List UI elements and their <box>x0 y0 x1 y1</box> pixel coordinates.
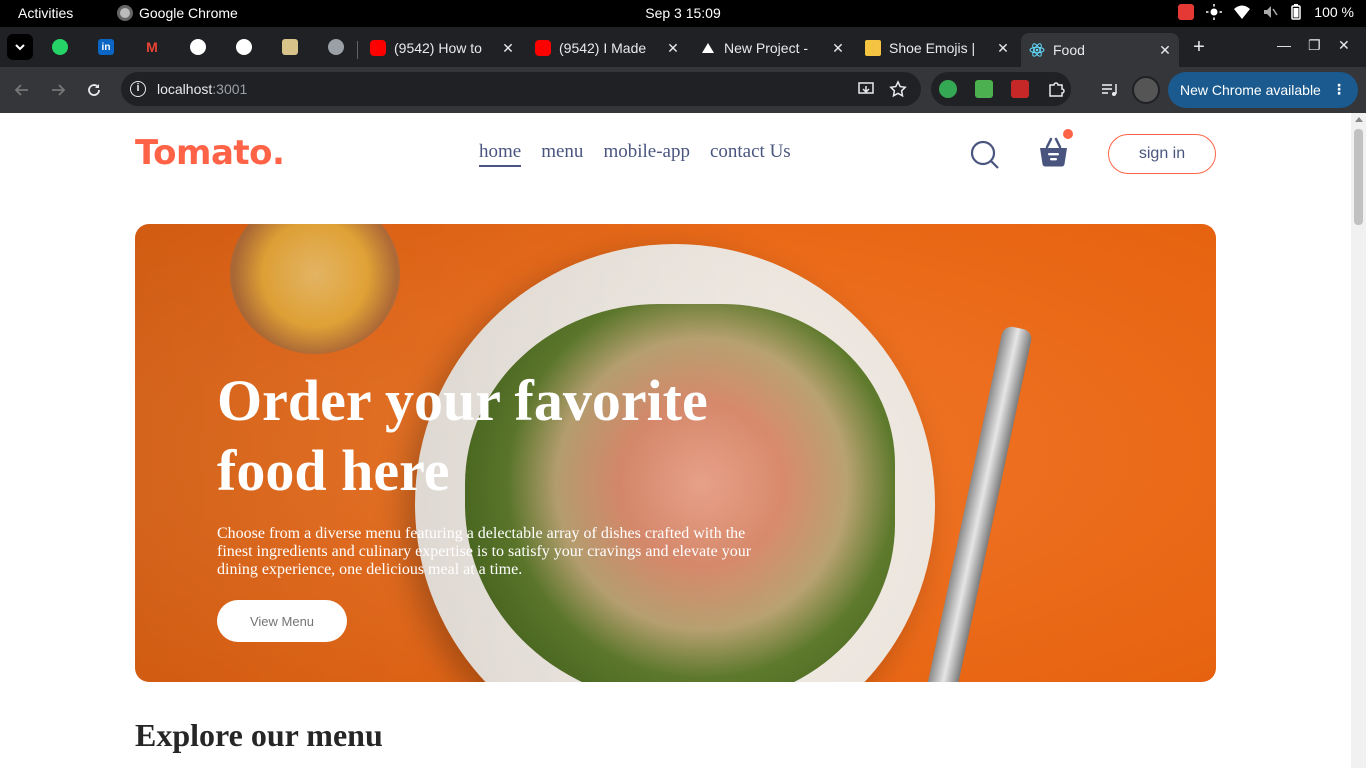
tab-title: (9542) I Made <box>559 40 647 56</box>
gmail-icon: M <box>146 39 158 55</box>
pinned-tab-copilot[interactable] <box>324 35 348 59</box>
tab-strip: in M (9542) How to ✕ (9542) I Made ✕ New… <box>0 27 1366 67</box>
youtube-icon <box>370 40 386 56</box>
tab-search-button[interactable] <box>7 34 33 60</box>
close-icon[interactable]: ✕ <box>1157 42 1173 59</box>
react-icon <box>1029 43 1045 57</box>
battery-icon <box>1291 4 1302 20</box>
nav-mobile-app[interactable]: mobile-app <box>603 141 690 167</box>
reload-button[interactable] <box>83 79 105 101</box>
explore-menu-heading: Explore our menu <box>135 717 383 753</box>
tab-food-active[interactable]: Food ✕ <box>1021 33 1179 67</box>
copilot-icon <box>328 39 344 55</box>
page-viewport: Tomato. home menu mobile-app contact Us … <box>0 113 1351 768</box>
github-icon <box>236 39 252 55</box>
pinned-tab-github-1[interactable] <box>186 35 210 59</box>
sign-in-button[interactable]: sign in <box>1108 134 1216 174</box>
pinned-tab-linkedin[interactable]: in <box>94 35 118 59</box>
volume-muted-icon <box>1264 6 1278 18</box>
window-close-icon[interactable]: ✕ <box>1338 37 1350 54</box>
close-icon[interactable]: ✕ <box>500 40 516 57</box>
new-tab-button[interactable]: + <box>1188 37 1210 59</box>
extension-add-icon[interactable] <box>939 80 957 98</box>
back-button[interactable] <box>11 79 33 101</box>
tab-vercel[interactable]: New Project - ✕ <box>692 33 852 63</box>
pinned-tab-image[interactable] <box>278 35 302 59</box>
forward-button[interactable] <box>47 79 69 101</box>
page-scrollbar[interactable] <box>1351 113 1366 768</box>
extensions-puzzle-icon[interactable] <box>1047 80 1065 98</box>
view-menu-button[interactable]: View Menu <box>217 600 347 642</box>
update-label: New Chrome available <box>1180 82 1321 98</box>
tab-title: Shoe Emojis | <box>889 40 976 56</box>
search-icon[interactable] <box>970 140 1000 170</box>
app-menu[interactable]: Google Chrome <box>117 5 238 21</box>
pinned-tab-gmail[interactable]: M <box>140 35 164 59</box>
url-text[interactable]: localhost:3001 <box>157 81 247 97</box>
pinned-tab-github-2[interactable] <box>232 35 256 59</box>
arrow-left-icon <box>14 84 28 96</box>
linkedin-icon: in <box>98 39 114 55</box>
chevron-down-icon <box>15 43 25 50</box>
vercel-icon <box>702 43 714 53</box>
pdf-extension-icon[interactable] <box>1011 80 1029 98</box>
activities-button[interactable]: Activities <box>18 5 73 21</box>
kebab-menu-icon[interactable]: ⋮ <box>1332 81 1346 98</box>
battery-percent: 100 % <box>1314 4 1354 20</box>
system-tray[interactable]: 100 % <box>1178 4 1354 20</box>
reload-icon <box>88 84 100 96</box>
youtube-icon <box>535 40 551 56</box>
tab-separator <box>357 41 358 59</box>
site-nav: home menu mobile-app contact Us <box>479 141 791 167</box>
screen-record-icon[interactable] <box>1178 4 1195 20</box>
profile-avatar[interactable] <box>1132 76 1160 104</box>
wifi-icon <box>1234 5 1251 19</box>
nav-contact[interactable]: contact Us <box>710 141 791 167</box>
close-icon[interactable]: ✕ <box>830 40 846 57</box>
hero-description: Choose from a diverse menu featuring a d… <box>217 525 752 578</box>
install-app-icon[interactable] <box>857 80 875 98</box>
scrollbar-thumb[interactable] <box>1354 129 1363 225</box>
tab-title: Food <box>1053 42 1085 58</box>
scroll-up-arrow-icon[interactable] <box>1355 117 1363 122</box>
restore-icon[interactable]: ❐ <box>1308 37 1321 54</box>
address-bar[interactable]: i localhost:3001 <box>121 72 921 106</box>
nav-home[interactable]: home <box>479 141 522 167</box>
brightness-icon <box>1206 4 1223 20</box>
chrome-update-button[interactable]: New Chrome available ⋮ <box>1168 72 1358 108</box>
nav-menu[interactable]: menu <box>541 141 583 167</box>
site-logo[interactable]: Tomato. <box>135 133 285 173</box>
tab-youtube-2[interactable]: (9542) I Made ✕ <box>527 33 687 63</box>
tab-title: New Project - <box>724 40 809 56</box>
system-top-bar: Activities Google Chrome Sep 3 15:09 100… <box>0 0 1366 27</box>
media-queue-icon[interactable] <box>1101 81 1119 99</box>
pinned-tab-whatsapp[interactable] <box>48 35 72 59</box>
folder-icon <box>865 40 881 56</box>
cart-badge <box>1063 129 1073 139</box>
image-icon <box>282 39 298 55</box>
cart-button[interactable] <box>1038 129 1073 172</box>
hero-banner: Order your favorite food here Choose fro… <box>135 224 1216 682</box>
extension-green-icon[interactable] <box>975 80 993 98</box>
tab-youtube-1[interactable]: (9542) How to ✕ <box>362 33 522 63</box>
bookmark-star-icon[interactable] <box>889 80 907 98</box>
browser-toolbar: i localhost:3001 New Chrome available ⋮ <box>0 67 1366 113</box>
tab-shoe-emojis[interactable]: Shoe Emojis | ✕ <box>857 33 1017 63</box>
tab-title: (9542) How to <box>394 40 482 56</box>
close-icon[interactable]: ✕ <box>665 40 681 57</box>
close-icon[interactable]: ✕ <box>995 40 1011 57</box>
chrome-icon <box>117 5 133 21</box>
site-info-icon[interactable]: i <box>130 81 146 97</box>
minimize-icon[interactable]: — <box>1277 37 1291 53</box>
extensions-group <box>931 72 1071 106</box>
github-icon <box>190 39 206 55</box>
hero-title: Order your favorite food here <box>217 368 708 503</box>
app-name-label: Google Chrome <box>139 5 238 21</box>
whatsapp-icon <box>52 39 68 55</box>
basket-icon <box>1040 137 1067 167</box>
arrow-right-icon <box>52 84 66 96</box>
